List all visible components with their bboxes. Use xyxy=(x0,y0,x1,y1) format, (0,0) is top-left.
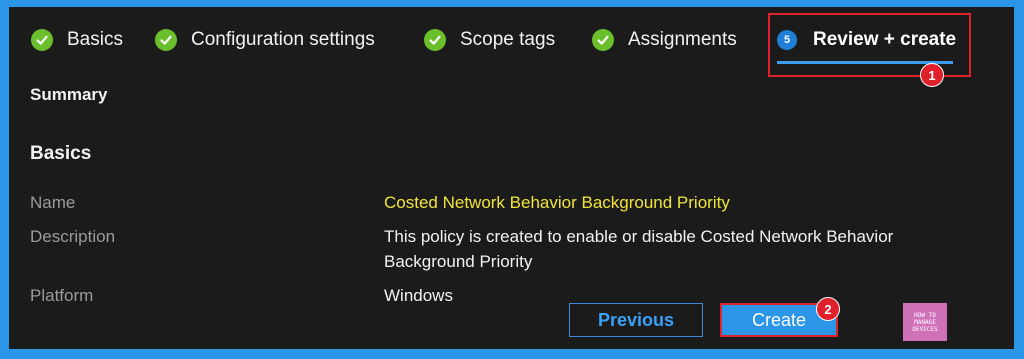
wizard-steps: Basics Configuration settings Scope tags… xyxy=(9,7,1014,87)
how-to-manage-devices-logo: HOW TO MANAGE DEVICES xyxy=(903,303,947,341)
review-create-panel: Basics Configuration settings Scope tags… xyxy=(9,7,1014,349)
annotation-badge-2: 2 xyxy=(816,297,840,321)
step-label: Scope tags xyxy=(460,29,556,50)
logo-line-2: MANAGE xyxy=(914,318,936,326)
previous-button[interactable]: Previous xyxy=(569,303,703,337)
field-label-name: Name xyxy=(30,193,76,212)
check-icon xyxy=(424,29,446,51)
description-line-1: This policy is created to enable or disa… xyxy=(384,227,894,246)
step-assignments[interactable]: Assignments xyxy=(592,27,737,53)
annotation-badge-1: 1 xyxy=(920,63,944,87)
check-icon xyxy=(155,29,177,51)
section-heading-basics: Basics xyxy=(30,143,92,164)
summary-heading: Summary xyxy=(30,85,108,104)
field-value-description: This policy is created to enable or disa… xyxy=(384,224,984,274)
step-scope-tags[interactable]: Scope tags xyxy=(424,27,555,53)
logo-line-3: DEVICES xyxy=(912,325,938,333)
step-configuration-settings[interactable]: Configuration settings xyxy=(155,27,375,53)
step-basics[interactable]: Basics xyxy=(31,27,123,53)
field-value-name: Costed Network Behavior Background Prior… xyxy=(384,193,730,212)
logo-line-1: HOW TO xyxy=(914,311,936,319)
check-icon xyxy=(31,29,53,51)
step-label: Assignments xyxy=(628,29,737,50)
step-label: Configuration settings xyxy=(191,29,375,50)
step-label: Basics xyxy=(67,29,123,50)
description-line-2: Background Priority xyxy=(384,252,533,271)
field-label-description: Description xyxy=(30,227,116,246)
field-label-platform: Platform xyxy=(30,286,94,305)
check-icon xyxy=(592,29,614,51)
